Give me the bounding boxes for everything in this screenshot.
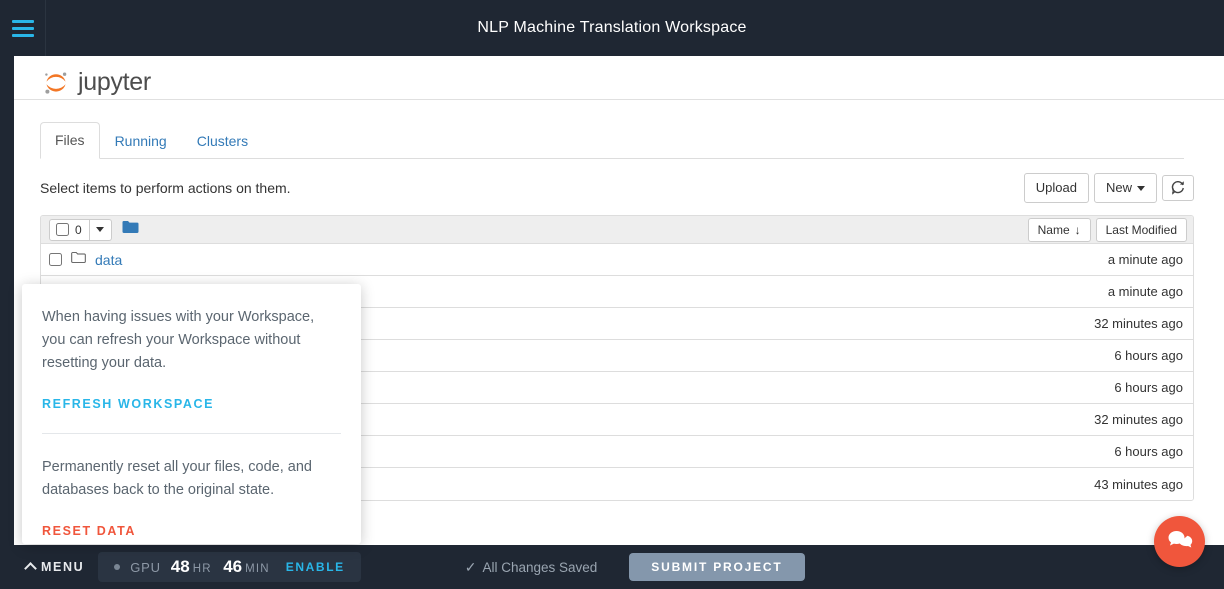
folder-icon	[71, 251, 86, 269]
sort-arrow-down-icon: ↓	[1075, 222, 1081, 239]
menu-button-label: MENU	[41, 560, 84, 574]
menu-toggle-button[interactable]	[0, 0, 46, 56]
gpu-status-pill: GPU 48HR 46MIN ENABLE	[98, 552, 361, 582]
gpu-hours-value: 48	[171, 557, 190, 576]
chevron-down-icon	[1137, 186, 1145, 191]
file-modified-time: 32 minutes ago	[1094, 316, 1183, 331]
gpu-minutes-value: 46	[223, 557, 242, 576]
upload-button[interactable]: Upload	[1024, 173, 1089, 204]
submit-project-button[interactable]: SUBMIT PROJECT	[629, 553, 804, 581]
hamburger-icon	[12, 20, 34, 37]
select-all-dropdown-button[interactable]	[90, 219, 112, 241]
files-toolbar: Select items to perform actions on them.…	[14, 159, 1224, 204]
file-list-sort-controls: Name ↓ Last Modified	[1028, 218, 1187, 243]
refresh-button[interactable]	[1162, 175, 1194, 201]
gpu-enable-button[interactable]: ENABLE	[286, 560, 345, 574]
file-list-header: 0 Name ↓	[41, 216, 1193, 244]
folder-icon[interactable]	[122, 220, 139, 239]
workspace-title: NLP Machine Translation Workspace	[46, 19, 1224, 37]
file-modified-time: a minute ago	[1108, 284, 1183, 299]
jupyter-logo-icon	[42, 69, 70, 97]
sort-by-name-button[interactable]: Name ↓	[1028, 218, 1091, 243]
new-button[interactable]: New	[1094, 173, 1157, 204]
reset-data-section: Permanently reset all your files, code, …	[42, 456, 341, 538]
gpu-hours-unit: HR	[193, 563, 212, 575]
tab-clusters[interactable]: Clusters	[182, 123, 263, 159]
select-all-box[interactable]: 0	[49, 219, 90, 241]
file-modified-time: 6 hours ago	[1114, 444, 1183, 459]
new-button-label: New	[1106, 179, 1132, 198]
file-modified-time: 32 minutes ago	[1094, 412, 1183, 427]
selected-count: 0	[75, 223, 82, 237]
select-items-hint: Select items to perform actions on them.	[40, 180, 291, 196]
reset-data-button[interactable]: RESET DATA	[42, 524, 341, 538]
toolbar-buttons: Upload New	[1024, 173, 1194, 204]
gpu-minutes-unit: MIN	[245, 563, 270, 575]
tab-files[interactable]: Files	[40, 122, 100, 159]
file-modified-time: 6 hours ago	[1114, 380, 1183, 395]
sort-name-label: Name	[1038, 222, 1070, 239]
file-modified-time: 6 hours ago	[1114, 348, 1183, 363]
select-all-checkbox[interactable]	[56, 223, 69, 236]
left-rail	[0, 56, 14, 545]
popup-divider	[42, 433, 341, 434]
tab-bar: Files Running Clusters	[40, 122, 1184, 159]
jupyter-wordmark: jupyter	[78, 68, 151, 97]
row-checkbox[interactable]	[49, 253, 62, 266]
save-status: ✓ All Changes Saved	[465, 559, 598, 576]
file-modified-time: 43 minutes ago	[1094, 477, 1183, 492]
chat-button[interactable]	[1154, 516, 1205, 567]
chat-bubble-icon	[1166, 530, 1193, 554]
select-all-group: 0	[49, 219, 112, 241]
file-name-link[interactable]: data	[95, 252, 122, 268]
jupyter-header: jupyter	[14, 56, 1224, 100]
workspace-options-popup: When having issues with your Workspace, …	[22, 284, 361, 544]
check-icon: ✓	[465, 559, 477, 576]
app-root: NLP Machine Translation Workspace jupyte…	[0, 0, 1224, 589]
bottom-status-bar: MENU GPU 48HR 46MIN ENABLE ✓ All Changes…	[0, 545, 1224, 589]
gpu-time-remaining: 48HR 46MIN	[171, 557, 270, 577]
tab-running[interactable]: Running	[100, 123, 182, 159]
save-status-label: All Changes Saved	[482, 560, 597, 575]
chevron-down-icon	[96, 227, 104, 232]
table-row[interactable]: data a minute ago	[41, 244, 1193, 276]
tabs-container: Files Running Clusters	[14, 100, 1224, 159]
gpu-label: GPU	[130, 560, 161, 575]
menu-button[interactable]: MENU	[16, 560, 98, 574]
file-list-header-left: 0	[49, 219, 139, 241]
sort-by-modified-button[interactable]: Last Modified	[1096, 218, 1187, 243]
file-modified-time: a minute ago	[1108, 252, 1183, 267]
top-header-bar: NLP Machine Translation Workspace	[0, 0, 1224, 56]
chevron-up-icon	[24, 562, 37, 575]
gpu-status-dot-icon	[114, 564, 120, 570]
jupyter-logo[interactable]: jupyter	[42, 68, 151, 97]
refresh-icon	[1171, 181, 1185, 195]
reset-data-description: Permanently reset all your files, code, …	[42, 456, 341, 502]
refresh-workspace-description: When having issues with your Workspace, …	[42, 306, 341, 375]
refresh-workspace-button[interactable]: REFRESH WORKSPACE	[42, 397, 341, 411]
row-left: data	[49, 251, 1108, 269]
